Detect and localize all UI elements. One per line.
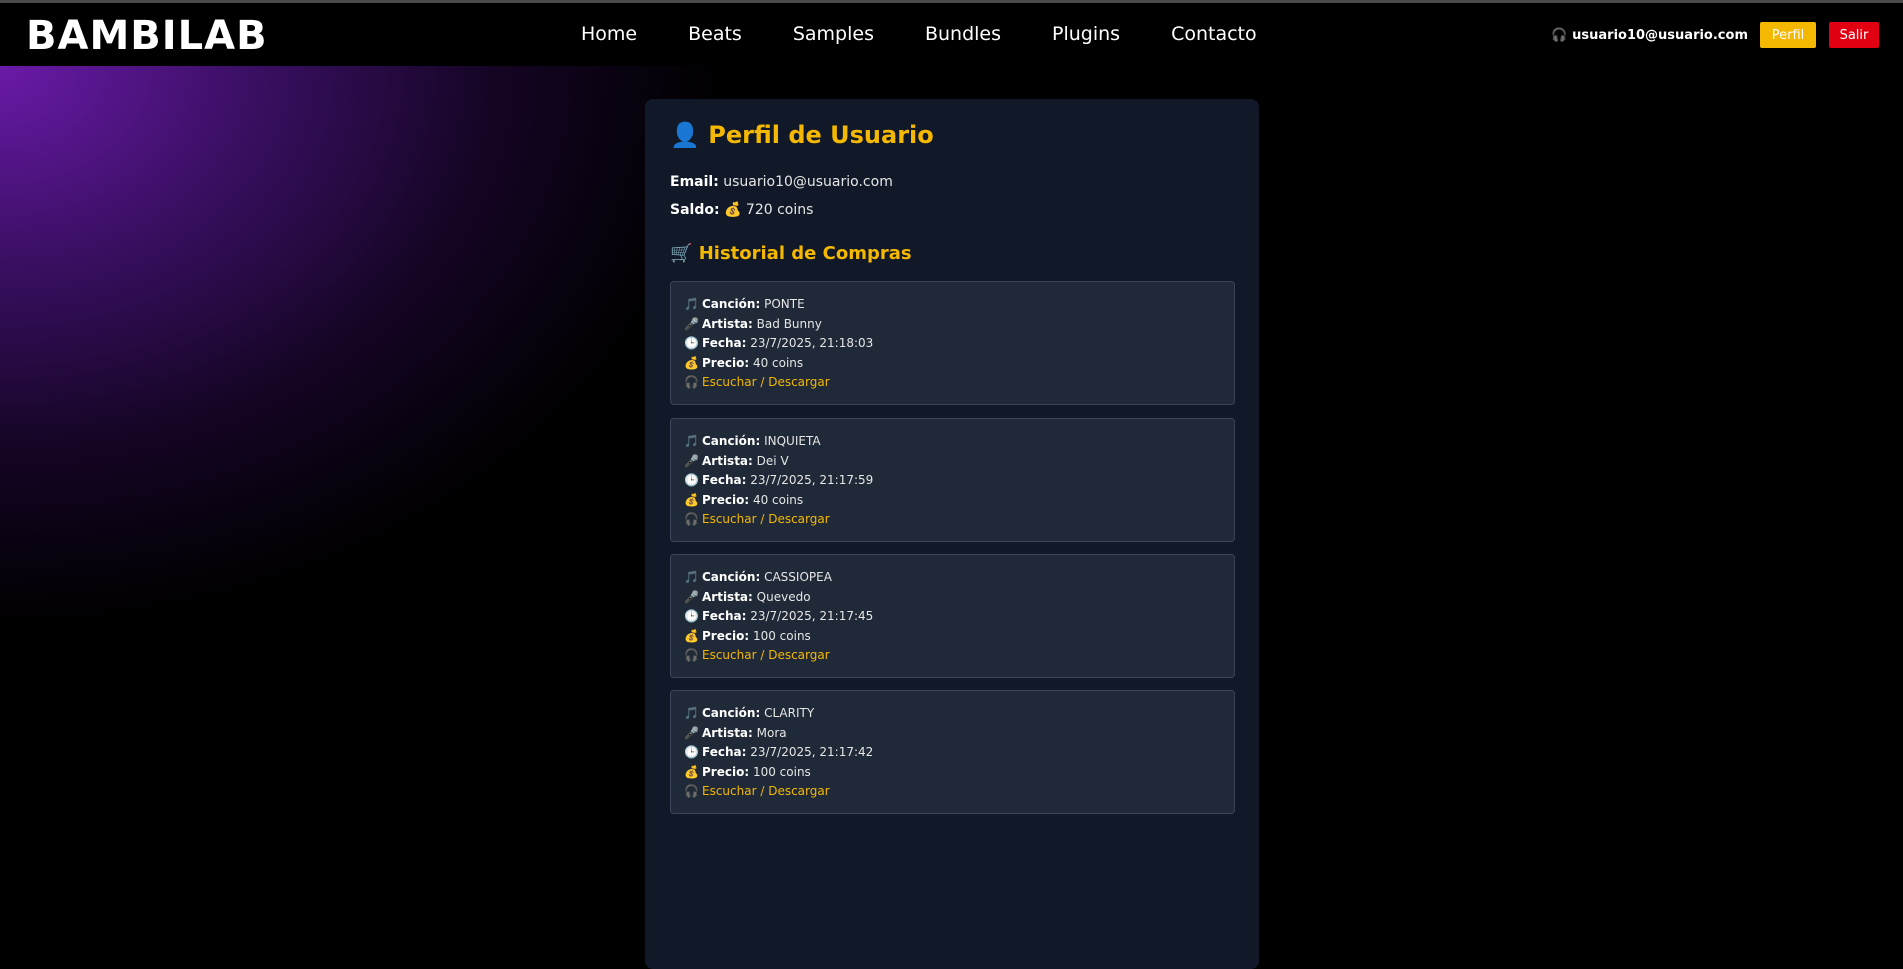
headphones-icon: 🎧 [684, 375, 699, 389]
purchase-item: 🎵 Canción: CLARITY 🎤 Artista: Mora 🕒 Fecha:… [670, 690, 1235, 814]
music-note-icon: 🎵 [684, 706, 699, 720]
saldo-info: Saldo: 💰 720 coins [670, 202, 814, 218]
nav-home[interactable]: Home [581, 23, 637, 45]
history-title: 🛒 Historial de Compras [670, 243, 912, 264]
nav-samples[interactable]: Samples [793, 23, 874, 45]
artist-row: 🎤 Artista: Quevedo [684, 588, 1234, 608]
date-row: 🕒 Fecha: 23/7/2025, 21:17:59 [684, 471, 1234, 491]
song-row: 🎵 Canción: INQUIETA [684, 432, 1234, 452]
nav-plugins[interactable]: Plugins [1052, 23, 1120, 45]
music-note-icon: 🎵 [684, 434, 699, 448]
headphones-icon: 🎧 [684, 512, 699, 526]
listen-download-link[interactable]: Escuchar / Descargar [702, 648, 830, 662]
listen-download-link[interactable]: Escuchar / Descargar [702, 512, 830, 526]
music-note-icon: 🎵 [684, 297, 699, 311]
user-email: 🎧 usuario10@usuario.com [1551, 28, 1748, 43]
microphone-icon: 🎤 [684, 453, 699, 468]
microphone-icon: 🎤 [684, 316, 699, 331]
nav-beats[interactable]: Beats [688, 23, 742, 45]
cart-icon: 🛒 [670, 243, 693, 264]
navbar: BAMBILAB Home Beats Samples Bundles Plug… [0, 3, 1903, 66]
clock-icon: 🕒 [684, 609, 699, 623]
date-row: 🕒 Fecha: 23/7/2025, 21:18:03 [684, 334, 1234, 354]
artist-row: 🎤 Artista: Mora [684, 724, 1234, 744]
page-title: 👤 Perfil de Usuario [670, 121, 934, 149]
money-bag-icon: 💰 [684, 764, 699, 779]
clock-icon: 🕒 [684, 745, 699, 759]
artist-row: 🎤 Artista: Dei V [684, 452, 1234, 472]
price-row: 💰 Precio: 100 coins [684, 627, 1234, 647]
saldo-value: 720 coins [745, 202, 814, 218]
salir-button[interactable]: Salir [1829, 22, 1879, 48]
nav-bundles[interactable]: Bundles [925, 23, 1001, 45]
nav-contacto[interactable]: Contacto [1171, 23, 1257, 45]
artist-row: 🎤 Artista: Bad Bunny [684, 315, 1234, 335]
clock-icon: 🕒 [684, 473, 699, 487]
money-bag-icon: 💰 [684, 492, 699, 507]
nav-user-area: 🎧 usuario10@usuario.com Perfil Salir [1551, 22, 1879, 48]
song-row: 🎵 Canción: CASSIOPEA [684, 568, 1234, 588]
microphone-icon: 🎤 [684, 589, 699, 604]
listen-download-link[interactable]: Escuchar / Descargar [702, 784, 830, 798]
money-bag-icon: 💰 [724, 202, 742, 218]
headphones-icon: 🎧 [684, 648, 699, 662]
headphones-icon: 🎧 [1551, 27, 1568, 43]
headphones-icon: 🎧 [684, 784, 699, 798]
clock-icon: 🕒 [684, 336, 699, 350]
music-note-icon: 🎵 [684, 570, 699, 584]
price-row: 💰 Precio: 100 coins [684, 763, 1234, 783]
microphone-icon: 🎤 [684, 725, 699, 740]
purchase-item: 🎵 Canción: PONTE 🎤 Artista: Bad Bunny 🕒 Fec… [670, 281, 1235, 405]
listen-download-link[interactable]: Escuchar / Descargar [702, 375, 830, 389]
logo[interactable]: BAMBILAB [26, 13, 268, 59]
song-row: 🎵 Canción: CLARITY [684, 704, 1234, 724]
date-row: 🕒 Fecha: 23/7/2025, 21:17:45 [684, 607, 1234, 627]
profile-card: 👤 Perfil de Usuario Email: usuario10@usu… [645, 99, 1259, 969]
song-row: 🎵 Canción: PONTE [684, 295, 1234, 315]
download-row: 🎧 Escuchar / Descargar [684, 782, 1234, 802]
purchase-item: 🎵 Canción: INQUIETA 🎤 Artista: Dei V 🕒 Fech… [670, 418, 1235, 542]
download-row: 🎧 Escuchar / Descargar [684, 646, 1234, 666]
price-row: 💰 Precio: 40 coins [684, 354, 1234, 374]
purchase-item: 🎵 Canción: CASSIOPEA 🎤 Artista: Quevedo 🕒 F… [670, 554, 1235, 678]
user-icon: 👤 [670, 121, 700, 149]
download-row: 🎧 Escuchar / Descargar [684, 373, 1234, 393]
user-email-text: usuario10@usuario.com [1572, 27, 1748, 43]
email-value: usuario10@usuario.com [723, 174, 893, 190]
money-bag-icon: 💰 [684, 355, 699, 370]
money-bag-icon: 💰 [684, 628, 699, 643]
perfil-button[interactable]: Perfil [1760, 22, 1816, 48]
email-info: Email: usuario10@usuario.com [670, 174, 893, 190]
price-row: 💰 Precio: 40 coins [684, 491, 1234, 511]
download-row: 🎧 Escuchar / Descargar [684, 510, 1234, 530]
date-row: 🕒 Fecha: 23/7/2025, 21:17:42 [684, 743, 1234, 763]
nav-links: Home Beats Samples Bundles Plugins Conta… [581, 23, 1308, 45]
